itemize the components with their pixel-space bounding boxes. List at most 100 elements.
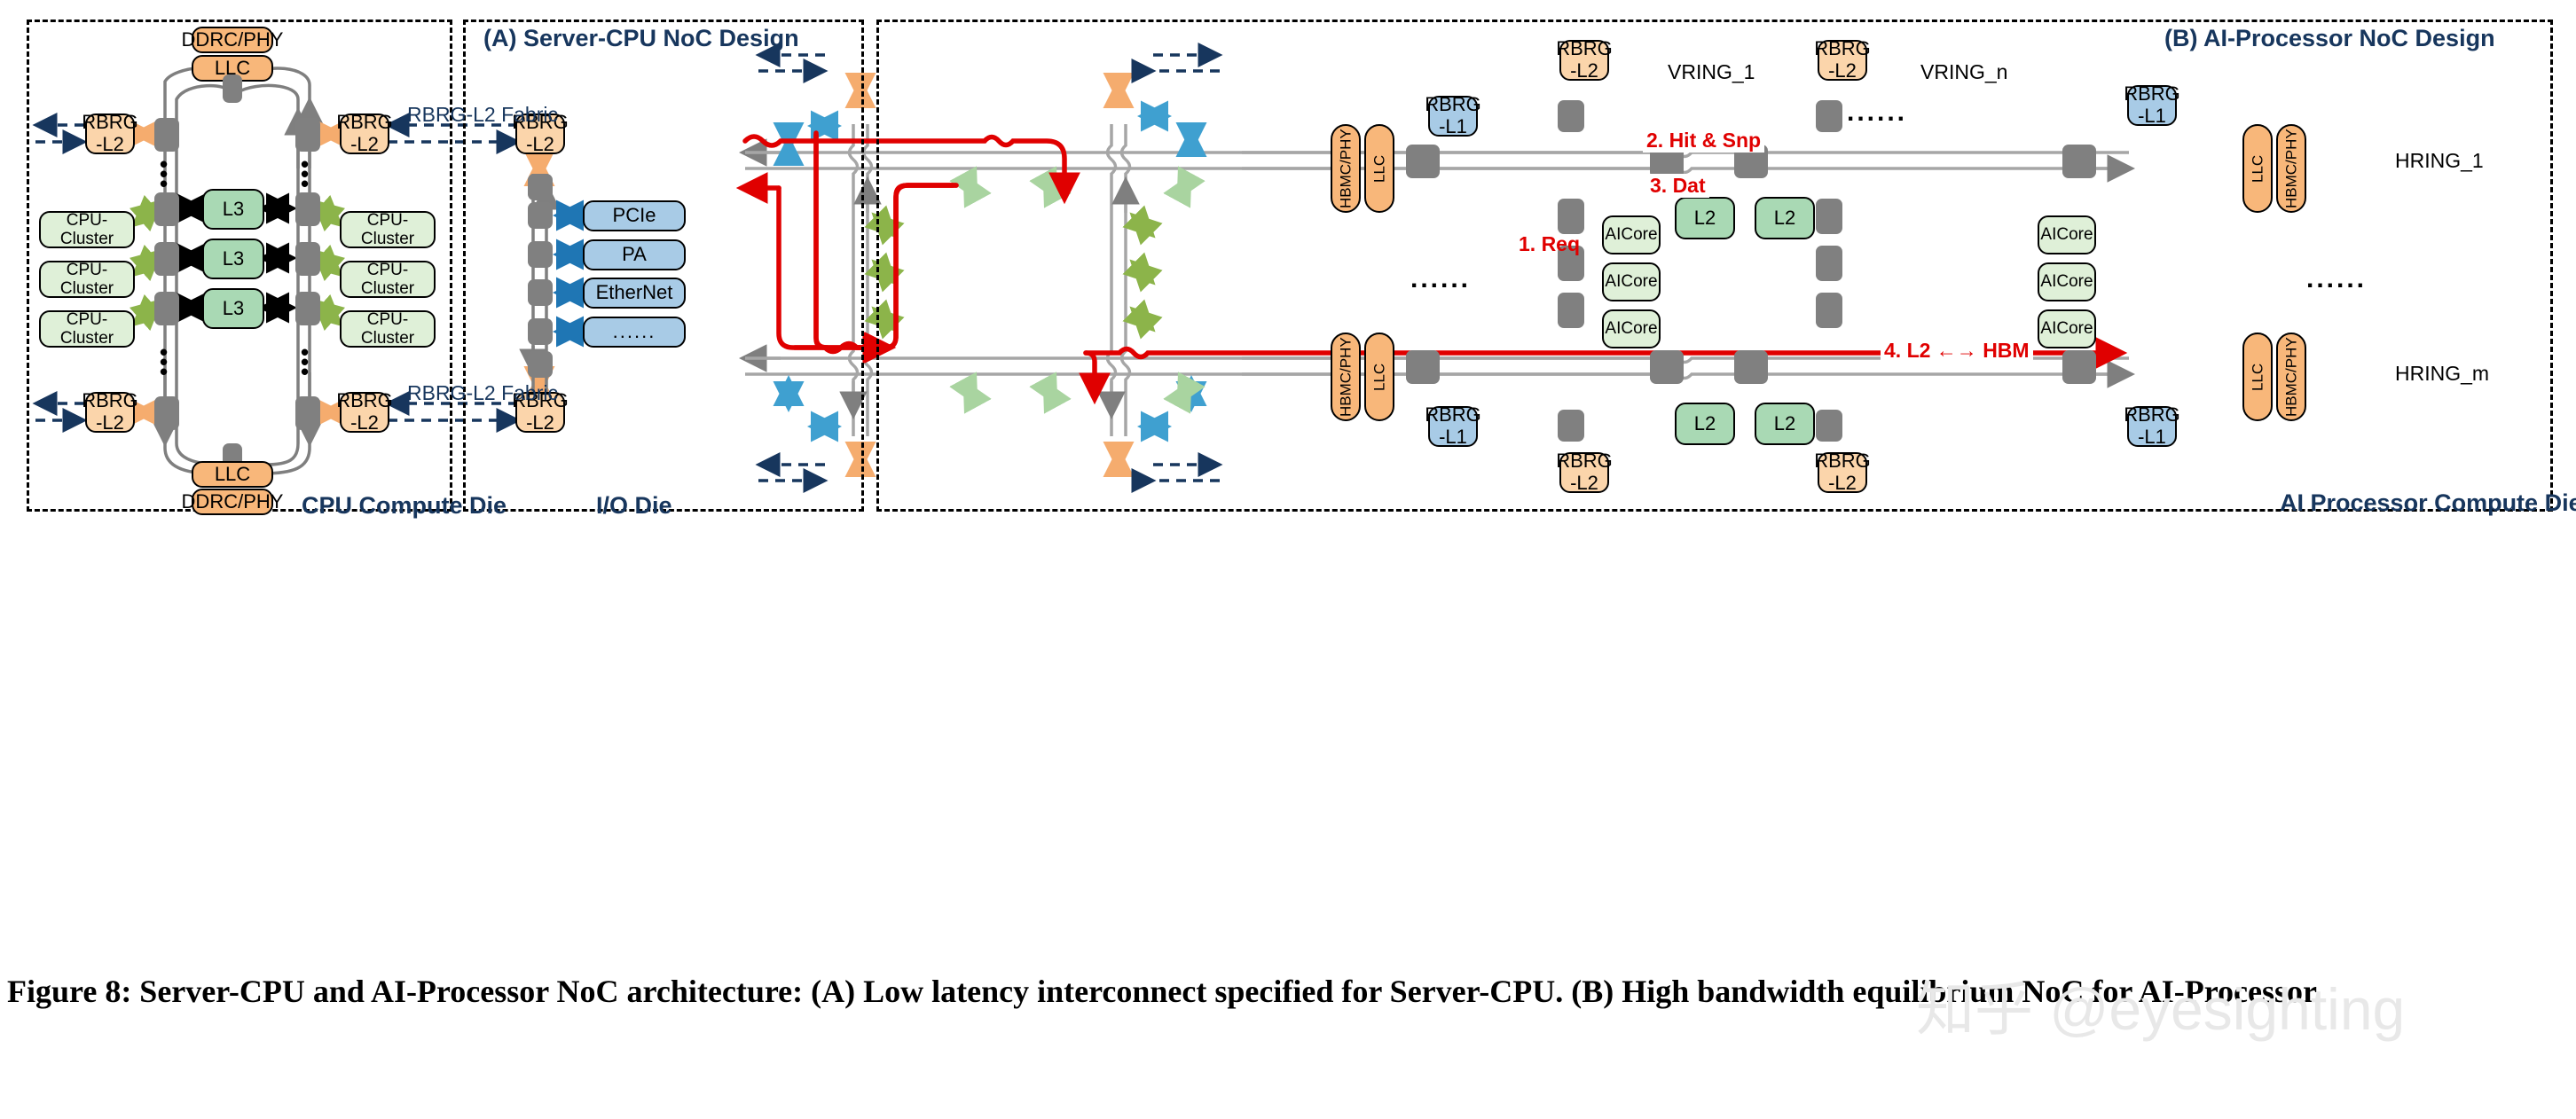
rbrg-l2-label-line2: -L2 bbox=[1828, 472, 1857, 494]
io-node-0[interactable] bbox=[528, 174, 553, 200]
l2-cache-top-1[interactable]: L2 bbox=[1755, 197, 1815, 239]
rbrg-l2-label-line2: -L2 bbox=[526, 411, 554, 434]
l3-block-0[interactable]: L3 bbox=[202, 189, 264, 230]
ring-node-left-3[interactable] bbox=[154, 242, 179, 276]
cpu-cluster-right-1[interactable]: CPU-Cluster bbox=[340, 261, 436, 298]
l2-cache-bottom-0[interactable]: L2 bbox=[1675, 403, 1735, 445]
flow-step-4-l2-hbm: 4. L2 ←→ HBM bbox=[1881, 339, 2033, 363]
cpu-cluster-left-2[interactable]: CPU-Cluster bbox=[39, 310, 135, 348]
vring1-node-mid-2[interactable] bbox=[1558, 293, 1584, 328]
hbmc-phy-right-bottom: HBMC/PHY bbox=[2276, 333, 2306, 421]
hring1-node-0[interactable] bbox=[1406, 145, 1440, 178]
rbrg-l1-label-line1: RBRG bbox=[2124, 403, 2180, 426]
cpu-cluster-right-2[interactable]: CPU-Cluster bbox=[340, 310, 436, 348]
vring-1-label: VRING_1 bbox=[1668, 60, 1755, 83]
io-node-4[interactable] bbox=[528, 318, 553, 345]
rbrg-l2-left-top[interactable]: RBRG -L2 bbox=[82, 112, 138, 155]
rbrg-l2-fabric-label-bottom: RBRG-L2 Fabric bbox=[407, 381, 558, 404]
io-node-2[interactable] bbox=[528, 241, 553, 268]
rbrg-l1-right-bottom[interactable]: RBRG -L1 bbox=[2124, 403, 2180, 448]
vertical-ellipsis-right: • • • bbox=[301, 151, 310, 197]
hbmc-phy-left-bottom: HBMC/PHY bbox=[1331, 333, 1361, 421]
hringm-node-1[interactable] bbox=[1650, 350, 1684, 384]
llc-left-top: LLC bbox=[1364, 124, 1394, 213]
aicore-right-0[interactable]: AICore bbox=[2038, 215, 2096, 254]
rbrg-l1-label-line1: RBRG bbox=[1425, 403, 1481, 426]
ring-node-right-3[interactable] bbox=[295, 242, 320, 276]
vring1-node-mid-0[interactable] bbox=[1558, 199, 1584, 234]
ring-node-left-5[interactable] bbox=[154, 396, 179, 430]
cpu-cluster-left-1[interactable]: CPU-Cluster bbox=[39, 261, 135, 298]
rbrg-l2-vringn-bottom[interactable]: RBRG -L2 bbox=[1814, 450, 1871, 494]
io-node-1[interactable] bbox=[528, 202, 553, 229]
aicore-left-0[interactable]: AICore bbox=[1602, 215, 1661, 254]
l2-cache-bottom-1[interactable]: L2 bbox=[1755, 403, 1815, 445]
hringm-node-2[interactable] bbox=[1734, 350, 1768, 384]
rbrg-l2-vring1-top[interactable]: RBRG -L2 bbox=[1556, 38, 1613, 82]
l2-cache-top-0[interactable]: L2 bbox=[1675, 197, 1735, 239]
aicore-left-1[interactable]: AICore bbox=[1602, 262, 1661, 301]
aicore-left-2[interactable]: AICore bbox=[1602, 309, 1661, 348]
hring-m-label: HRING_m bbox=[2395, 362, 2490, 385]
aicore-right-2[interactable]: AICore bbox=[2038, 309, 2096, 348]
hringm-node-0[interactable] bbox=[1406, 350, 1440, 384]
ring-node-right-1[interactable] bbox=[295, 118, 320, 152]
hbmc-phy-left-top: HBMC/PHY bbox=[1331, 124, 1361, 213]
hringm-node-3[interactable] bbox=[2062, 350, 2096, 384]
ring-node-right-4[interactable] bbox=[295, 292, 320, 325]
rbrg-l2-right-bottom[interactable]: RBRG -L2 bbox=[336, 390, 393, 434]
ring-node-left-2[interactable] bbox=[154, 192, 179, 226]
rbrg-l1-left-top[interactable]: RBRG -L1 bbox=[1425, 94, 1481, 137]
ring-node-right-2[interactable] bbox=[295, 192, 320, 226]
ring-node-left-1[interactable] bbox=[154, 118, 179, 152]
vring1-node-top[interactable] bbox=[1558, 100, 1584, 132]
rbrg-l1-label-line1: RBRG bbox=[2124, 82, 2180, 106]
panel-a-title: (A) Server-CPU NoC Design bbox=[483, 25, 799, 51]
rbrg-l2-right-top[interactable]: RBRG -L2 bbox=[336, 112, 393, 155]
l3-block-2[interactable]: L3 bbox=[202, 288, 264, 329]
llc-bottom: LLC bbox=[192, 461, 273, 488]
io-node-5[interactable] bbox=[528, 351, 553, 378]
watermark: 知乎 @eyesighting bbox=[1916, 976, 2406, 1042]
rbrg-l2-label-line2: -L2 bbox=[96, 133, 124, 155]
rbrg-l1-label-line2: -L1 bbox=[1439, 115, 1467, 137]
cpu-cluster-left-0[interactable]: CPU-Cluster bbox=[39, 211, 135, 248]
io-device-ethernet[interactable]: EtherNet bbox=[583, 278, 686, 309]
rbrg-l2-label-line2: -L2 bbox=[1570, 59, 1598, 82]
ring-node-right-5[interactable] bbox=[295, 396, 320, 430]
ring-node-top[interactable] bbox=[223, 74, 242, 103]
cpu-cluster-right-0[interactable]: CPU-Cluster bbox=[340, 211, 436, 248]
panel-b-title: (B) AI-Processor NoC Design bbox=[2164, 25, 2495, 51]
llc-right-top: LLC bbox=[2242, 124, 2273, 213]
aicore-right-1[interactable]: AICore bbox=[2038, 262, 2096, 301]
hring1-node-3[interactable] bbox=[2062, 145, 2096, 178]
io-device-more[interactable]: ...... bbox=[583, 317, 686, 348]
rbrg-l2-label-line2: -L2 bbox=[350, 411, 379, 434]
io-node-3[interactable] bbox=[528, 279, 553, 306]
rbrg-l1-right-top[interactable]: RBRG -L1 bbox=[2124, 82, 2180, 127]
vringn-node-mid-2[interactable] bbox=[1816, 293, 1842, 328]
vertical-ellipsis-left-2: • • • bbox=[160, 339, 169, 385]
cpu-compute-die-label: CPU Compute Die bbox=[302, 492, 507, 519]
vringn-node-top[interactable] bbox=[1816, 100, 1842, 132]
io-device-pcie[interactable]: PCIe bbox=[583, 200, 686, 231]
vring1-node-bottom[interactable] bbox=[1558, 410, 1584, 442]
vring-n-label: VRING_n bbox=[1920, 60, 2008, 83]
rbrg-l2-left-bottom[interactable]: RBRG -L2 bbox=[82, 390, 138, 434]
ring-node-left-4[interactable] bbox=[154, 292, 179, 325]
rbrg-l1-label-line2: -L1 bbox=[1439, 426, 1467, 448]
rbrg-l2-label-line2: -L2 bbox=[96, 411, 124, 434]
l3-block-1[interactable]: L3 bbox=[202, 239, 264, 279]
vringn-node-mid-0[interactable] bbox=[1816, 199, 1842, 234]
rbrg-l2-vringn-top[interactable]: RBRG -L2 bbox=[1814, 38, 1871, 82]
vringn-node-bottom[interactable] bbox=[1816, 410, 1842, 442]
flow-step-3-dat: 3. Dat bbox=[1646, 174, 1709, 198]
llc-left-bottom: LLC bbox=[1364, 333, 1394, 421]
rbrg-l1-left-bottom[interactable]: RBRG -L1 bbox=[1425, 403, 1481, 448]
rbrg-l2-vring1-bottom[interactable]: RBRG -L2 bbox=[1556, 450, 1613, 494]
vringn-node-mid-1[interactable] bbox=[1816, 246, 1842, 281]
rbrg-l2-label-line1: RBRG bbox=[1814, 37, 1871, 60]
rbrg-l2-label-line1: RBRG bbox=[1556, 450, 1613, 473]
io-device-pa[interactable]: PA bbox=[583, 239, 686, 270]
vertical-ellipsis-right-2: • • • bbox=[301, 339, 310, 385]
